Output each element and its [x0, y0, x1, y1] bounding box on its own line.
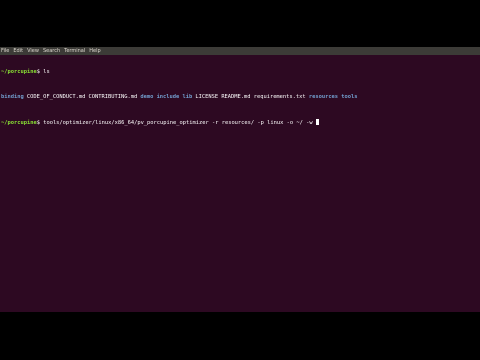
ls-entry: binding	[1, 93, 24, 100]
prompt-symbol: $	[36, 68, 40, 75]
menu-terminal[interactable]: Terminal	[64, 47, 85, 55]
ls-entry: LICENSE	[195, 93, 219, 100]
menu-help[interactable]: Help	[89, 47, 100, 55]
ls-entry: CODE_OF_CONDUCT.md	[26, 93, 86, 100]
text-cursor	[315, 118, 319, 125]
ls-entry: lib	[182, 93, 193, 100]
prompt-symbol: $	[36, 120, 40, 127]
command-text: ls	[43, 68, 50, 75]
menubar: File Edit View Search Terminal Help	[0, 47, 480, 55]
command-line-2: ~/porcupine$ tools/optimizer/linux/x86_6…	[1, 118, 479, 127]
ls-entry: demo	[140, 93, 154, 100]
ls-entry: resources	[308, 93, 339, 100]
menu-edit[interactable]: Edit	[13, 47, 23, 55]
terminal-window[interactable]: File Edit View Search Terminal Help ~/po…	[0, 47, 480, 312]
screen: File Edit View Search Terminal Help ~/po…	[0, 0, 480, 360]
menu-view[interactable]: View	[27, 47, 39, 55]
terminal-output[interactable]: ~/porcupine$ ls binding CODE_OF_CONDUCT.m…	[0, 55, 480, 138]
ls-entry: tools	[341, 93, 358, 100]
prompt-path: ~/porcupine	[1, 120, 37, 127]
ls-entry: requirements.txt	[253, 93, 306, 100]
ls-output: binding CODE_OF_CONDUCT.md CONTRIBUTING.md…	[1, 94, 479, 100]
ls-entry: CONTRIBUTING.md	[88, 93, 138, 100]
command-text: tools/optimizer/linux/x86_64/pv_porcupin…	[43, 120, 316, 127]
ls-entry: include	[156, 93, 180, 100]
menu-file[interactable]: File	[1, 47, 9, 55]
ls-entry: README.md	[221, 93, 251, 100]
command-line-1: ~/porcupine$ ls	[1, 69, 479, 75]
prompt-path: ~/porcupine	[1, 68, 37, 75]
menu-search[interactable]: Search	[43, 47, 60, 55]
